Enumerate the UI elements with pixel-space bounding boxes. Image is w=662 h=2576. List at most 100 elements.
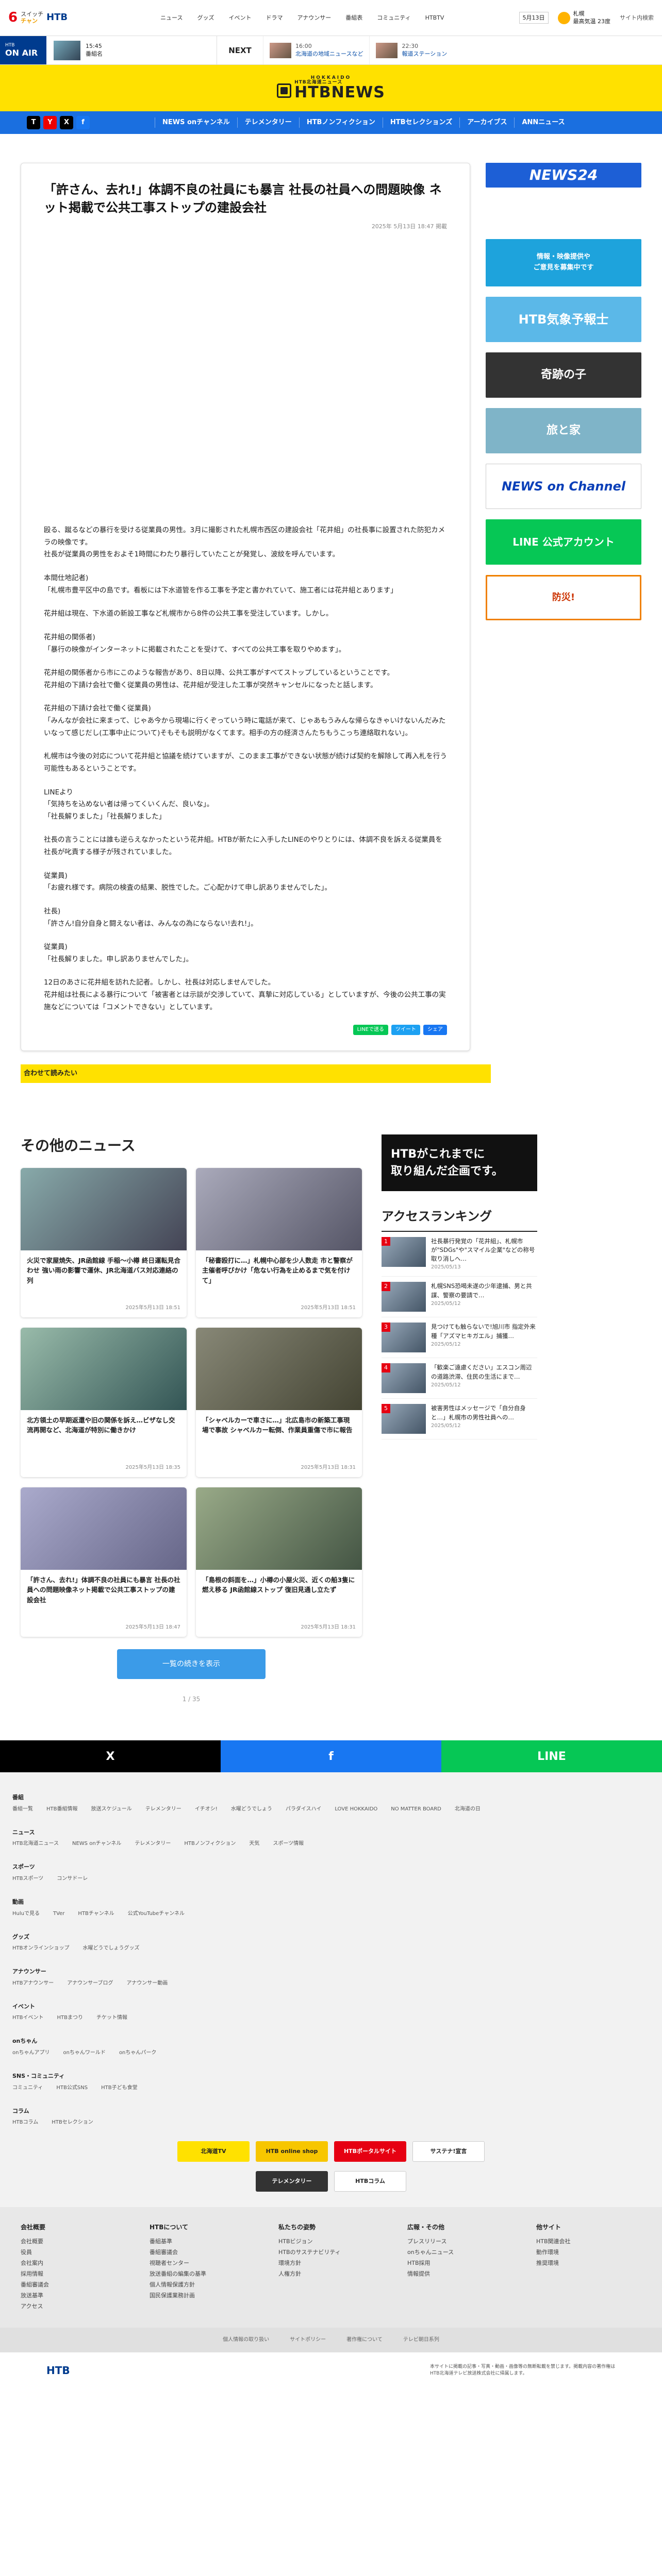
ranking-item[interactable]: 5 被害男性はメッセージで「自分自身と…」札幌市の男性社員への… 2025/05/1… [382,1399,537,1440]
sitemap-link[interactable]: コンサドーレ [57,1875,88,1883]
footer-link[interactable]: HTB採用 [407,2258,500,2269]
sitemap-link[interactable]: アナウンサーブログ [67,1979,113,1988]
sitemap-link[interactable]: スポーツ情報 [273,1840,304,1848]
ranking-item[interactable]: 4 「歓楽ご遠慮ください」エスコン周辺の道路渋滞、住民の生活にまで… 2025/05… [382,1358,537,1399]
footer-link[interactable]: 国民保護業務計画 [150,2291,242,2301]
sitemap-link[interactable]: Huluで見る [12,1910,40,1918]
sitemap-link[interactable]: HTBコラム [12,2119,38,2127]
main-nav-item[interactable]: HTBセレクションズ [382,117,459,128]
sitemap-link[interactable]: 北海道の日 [455,1805,481,1814]
news-card[interactable]: 火災で家屋焼失、JR函館線 手稲〜小樽 終日運転見合わせ 強い雨の影響で運休、J… [21,1168,187,1317]
line-share-button[interactable]: LINEで送る [353,1025,388,1036]
news-card[interactable]: 北方領土の早期返還や旧の関係を訴え…ビザなし交流再開など、北海道が特別に働きかけ… [21,1328,187,1477]
sitemap-link[interactable]: HTBスポーツ [12,1875,43,1883]
top-nav-item[interactable]: ドラマ [266,13,283,23]
sitemap-link[interactable]: 水曜どうでしょうグッズ [83,1944,140,1953]
sitemap-link[interactable]: HTBチャンネル [78,1910,114,1918]
news24-banner[interactable]: NEWS24 [486,163,641,188]
footer-link[interactable]: 役員 [21,2247,113,2258]
footer-link[interactable]: プレスリリース [407,2236,500,2247]
footer-link[interactable]: 番組基準 [150,2236,242,2247]
footer-link[interactable]: 放送基準 [21,2291,113,2301]
sitemap-link[interactable]: テレメンタリー [135,1840,171,1848]
sitemap-link[interactable]: 公式YouTubeチャンネル [128,1910,185,1918]
miracle-banner[interactable]: 奇跡の子 [486,352,641,398]
htb-logo[interactable]: 6 スイッチ チャン HTB [8,10,86,25]
footer-link[interactable]: 採用情報 [21,2269,113,2280]
sitemap-link[interactable]: HTB北海道ニュース [12,1840,59,1848]
footer-banner[interactable]: HTBコラム [334,2171,406,2192]
sitemap-link[interactable]: コミュニティ [12,2084,43,2092]
bottom-link[interactable]: サイトポリシー [290,2336,326,2344]
ranking-item[interactable]: 3 見つけても触らないで!旭川市 指定外来種「アズマヒキガエル」捕獲… 2025/0… [382,1317,537,1359]
x-icon[interactable]: X [60,116,73,129]
onair-now[interactable]: 15:45 番組名 [46,36,217,64]
sitemap-link[interactable]: onちゃんワールド [63,2049,105,2057]
footer-banner[interactable]: 北海道TV [177,2141,250,2162]
next-item[interactable]: 16:00 北海道の地域ニュースなど [263,36,369,64]
sitemap-link[interactable]: アナウンサー動画 [127,1979,168,1988]
news-card[interactable]: 「島根の斜面を…」小樽の小屋火災、近くの船3隻に燃え移る JR函館線ストップ 復… [196,1487,362,1637]
footer-link[interactable]: 動作環境 [536,2247,629,2258]
bottom-link[interactable]: テレビ朝日系列 [403,2336,439,2344]
sitemap-link[interactable]: TVer [53,1910,64,1918]
footer-link[interactable]: HTB関連会社 [536,2236,629,2247]
news-card[interactable]: 「許さん、去れ!」体調不良の社員にも暴言 社長の社員への問題映像ネット掲載で公共… [21,1487,187,1637]
top-nav-item[interactable]: ニュース [160,13,183,23]
footer-link[interactable]: 個人情報保護方針 [150,2280,242,2291]
news-on-channel-banner[interactable]: NEWS on Channel [486,464,641,509]
footer-banner[interactable]: HTBポータルサイト [334,2141,406,2162]
footer-link[interactable]: 放送番組の編集の基準 [150,2269,242,2280]
share-x-button[interactable]: X [0,1740,221,1773]
sitemap-link[interactable]: イチオシ! [195,1805,218,1814]
show-more-button[interactable]: 一覧の続きを表示 [117,1649,266,1680]
footer-banner[interactable]: サステナ!宣言 [412,2141,485,2162]
ranking-item[interactable]: 1 社長暴行発覚の「花井組」、札幌市が"SDGs"や"スマイル企業"などの称号取り… [382,1232,537,1277]
sitemap-link[interactable]: チケット情報 [96,2014,127,2022]
video-player[interactable] [44,240,448,514]
tiktok-icon[interactable]: T [27,116,40,129]
sitemap-link[interactable]: LOVE HOKKAIDO [335,1805,377,1814]
footer-link[interactable]: 情報提供 [407,2269,500,2280]
top-nav-item[interactable]: 番組表 [345,13,362,23]
site-search-link[interactable]: サイト内検索 [620,13,654,23]
footer-link[interactable]: 環境方針 [278,2258,371,2269]
htb-news-logo[interactable]: HOKKAIDO HTB北海道ニュース HTBNEWS [277,76,385,100]
sitemap-link[interactable]: HTB公式SNS [56,2084,88,2092]
top-nav-item[interactable]: コミュニティ [377,13,410,23]
footer-link[interactable]: 視聴者センター [150,2258,242,2269]
facebook-share-button[interactable]: シェア [423,1025,447,1036]
sitemap-link[interactable]: HTBアナウンサー [12,1979,54,1988]
next-item[interactable]: 22:30 報道ステーション [369,36,453,64]
share-facebook-button[interactable]: f [221,1740,441,1773]
line-account-banner[interactable]: LINE 公式アカウント [486,519,641,565]
sitemap-link[interactable]: onちゃんアプリ [12,2049,49,2057]
footer-banner[interactable]: HTB online shop [256,2141,328,2162]
footer-logo[interactable]: HTB [46,2362,70,2379]
facebook-icon[interactable]: f [76,116,90,129]
youtube-icon[interactable]: Y [43,116,57,129]
footer-link[interactable]: アクセス [21,2301,113,2312]
sitemap-link[interactable]: 放送スケジュール [91,1805,132,1814]
sitemap-link[interactable]: HTBまつり [57,2014,84,2022]
footer-link[interactable]: 番組審議会 [21,2280,113,2291]
sitemap-link[interactable]: テレメンタリー [145,1805,181,1814]
sitemap-link[interactable]: HTBイベント [12,2014,44,2022]
sitemap-link[interactable]: 天気 [249,1840,259,1848]
sitemap-link[interactable]: HTB番組情報 [46,1805,78,1814]
bottom-link[interactable]: 著作権について [346,2336,383,2344]
footer-link[interactable]: onちゃんニュース [407,2247,500,2258]
tabi-banner[interactable]: 旅と家 [486,408,641,453]
footer-link[interactable]: HTBのサステナビリティ [278,2247,371,2258]
sitemap-link[interactable]: onちゃんパーク [119,2049,156,2057]
share-line-button[interactable]: LINE [441,1740,662,1773]
top-nav-item[interactable]: アナウンサー [297,13,332,23]
sitemap-link[interactable]: HTB子ども食堂 [101,2084,138,2092]
top-nav-item[interactable]: イベント [229,13,252,23]
sitemap-link[interactable]: NO MATTER BOARD [391,1805,441,1814]
footer-link[interactable]: 人権方針 [278,2269,371,2280]
bottom-link[interactable]: 個人情報の取り扱い [223,2336,269,2344]
footer-link[interactable]: 会社概要 [21,2236,113,2247]
htb-weather-banner[interactable]: HTB気象予報士 [486,297,641,342]
ranking-item[interactable]: 2 札幌SNS恐喝未遂の少年逮捕、男と共謀、警察の要請で… 2025/05/12 [382,1277,537,1318]
